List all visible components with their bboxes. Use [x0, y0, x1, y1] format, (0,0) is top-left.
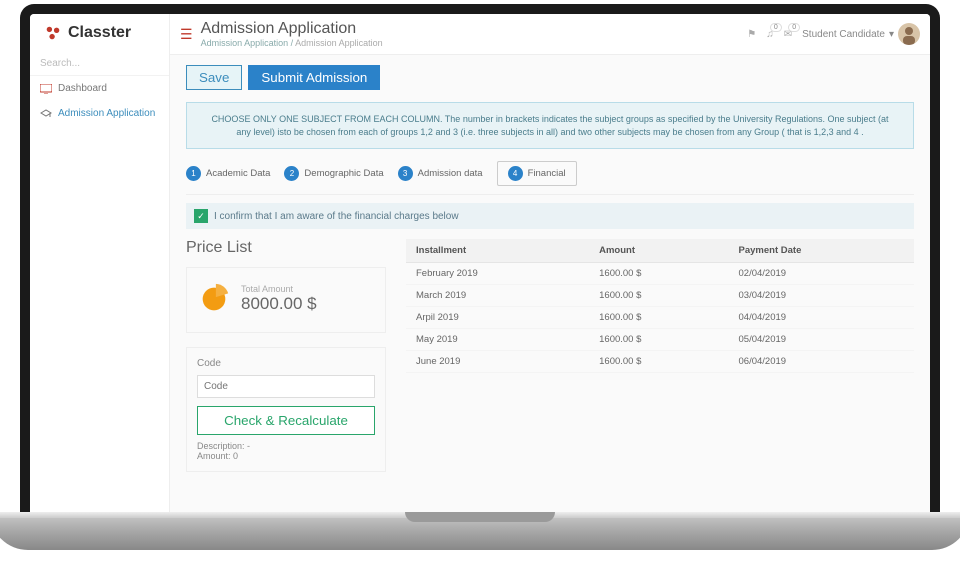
- mail-icon[interactable]: ✉0: [784, 29, 792, 40]
- cell-date: 04/04/2019: [729, 307, 914, 329]
- brand-logo-icon: [44, 24, 62, 42]
- sidebar-item-label: Admission Application: [58, 108, 155, 119]
- total-amount-value: 8000.00 $: [241, 294, 317, 314]
- flag-icon[interactable]: ⚑: [747, 29, 756, 40]
- caret-down-icon: ▾: [889, 29, 894, 40]
- amount-line: Amount: 0: [197, 451, 375, 461]
- graduation-cap-icon: [40, 109, 52, 119]
- table-row: Arpil 20191600.00 $04/04/2019: [406, 307, 914, 329]
- description-line: Description: -: [197, 441, 375, 451]
- cell-amount: 1600.00 $: [589, 329, 728, 351]
- save-button[interactable]: Save: [186, 65, 242, 90]
- notification-bell-icon[interactable]: ♫0: [766, 29, 774, 40]
- table-row: May 20191600.00 $05/04/2019: [406, 329, 914, 351]
- cell-installment: Arpil 2019: [406, 307, 589, 329]
- cell-installment: March 2019: [406, 285, 589, 307]
- pie-chart-icon: [197, 282, 231, 316]
- cell-amount: 1600.00 $: [589, 307, 728, 329]
- sidebar: Classter Search... Dashboard Admission A…: [30, 14, 170, 524]
- cell-amount: 1600.00 $: [589, 263, 728, 285]
- cell-date: 02/04/2019: [729, 263, 914, 285]
- cell-date: 03/04/2019: [729, 285, 914, 307]
- cell-date: 05/04/2019: [729, 329, 914, 351]
- cell-amount: 1600.00 $: [589, 351, 728, 373]
- page-title: Admission Application: [201, 20, 383, 38]
- sidebar-item-dashboard[interactable]: Dashboard: [30, 76, 169, 101]
- submit-admission-button[interactable]: Submit Admission: [248, 65, 380, 90]
- tab-demographic-data[interactable]: 2Demographic Data: [284, 166, 383, 181]
- brand-name: Classter: [68, 24, 131, 42]
- cell-installment: May 2019: [406, 329, 589, 351]
- main: ☰ Admission Application Admission Applic…: [170, 14, 930, 524]
- table-row: March 20191600.00 $03/04/2019: [406, 285, 914, 307]
- code-label: Code: [197, 358, 375, 369]
- breadcrumb-root[interactable]: Admission Application: [201, 38, 289, 48]
- sidebar-item-label: Dashboard: [58, 83, 107, 94]
- user-menu[interactable]: Student Candidate ▾: [802, 23, 920, 45]
- confirm-label: I confirm that I am aware of the financi…: [214, 211, 459, 222]
- code-input[interactable]: [197, 375, 375, 398]
- total-amount-label: Total Amount: [241, 284, 317, 294]
- code-card: Code Check & Recalculate Description: - …: [186, 347, 386, 472]
- price-list-heading: Price List: [186, 239, 386, 257]
- tab-academic-data[interactable]: 1Academic Data: [186, 166, 270, 181]
- table-row: June 20191600.00 $06/04/2019: [406, 351, 914, 373]
- breadcrumb-current: Admission Application: [295, 38, 383, 48]
- check-recalculate-button[interactable]: Check & Recalculate: [197, 406, 375, 435]
- brand: Classter: [30, 14, 169, 52]
- checkmark-icon: ✓: [194, 209, 208, 223]
- cell-installment: June 2019: [406, 351, 589, 373]
- topbar: ☰ Admission Application Admission Applic…: [170, 14, 930, 55]
- wizard-steps: 1Academic Data 2Demographic Data 3Admiss…: [186, 161, 914, 195]
- cell-amount: 1600.00 $: [589, 285, 728, 307]
- col-installment: Installment: [406, 239, 589, 263]
- col-date: Payment Date: [729, 239, 914, 263]
- tab-admission-data[interactable]: 3Admission data: [398, 166, 483, 181]
- col-amount: Amount: [589, 239, 728, 263]
- hamburger-menu-icon[interactable]: ☰: [180, 26, 193, 43]
- cell-date: 06/04/2019: [729, 351, 914, 373]
- info-banner: CHOOSE ONLY ONE SUBJECT FROM EACH COLUMN…: [186, 102, 914, 149]
- sidebar-search[interactable]: Search...: [30, 52, 169, 76]
- tab-financial[interactable]: 4Financial: [497, 161, 577, 186]
- avatar: [898, 23, 920, 45]
- table-row: February 20191600.00 $02/04/2019: [406, 263, 914, 285]
- user-label: Student Candidate: [802, 29, 885, 40]
- total-amount-card: Total Amount 8000.00 $: [186, 267, 386, 333]
- cell-installment: February 2019: [406, 263, 589, 285]
- breadcrumb: Admission Application / Admission Applic…: [201, 38, 383, 48]
- confirm-checkbox-row[interactable]: ✓ I confirm that I am aware of the finan…: [186, 203, 914, 229]
- installments-table: Installment Amount Payment Date February…: [406, 239, 914, 373]
- sidebar-item-admission[interactable]: Admission Application: [30, 101, 169, 126]
- monitor-icon: [40, 84, 52, 94]
